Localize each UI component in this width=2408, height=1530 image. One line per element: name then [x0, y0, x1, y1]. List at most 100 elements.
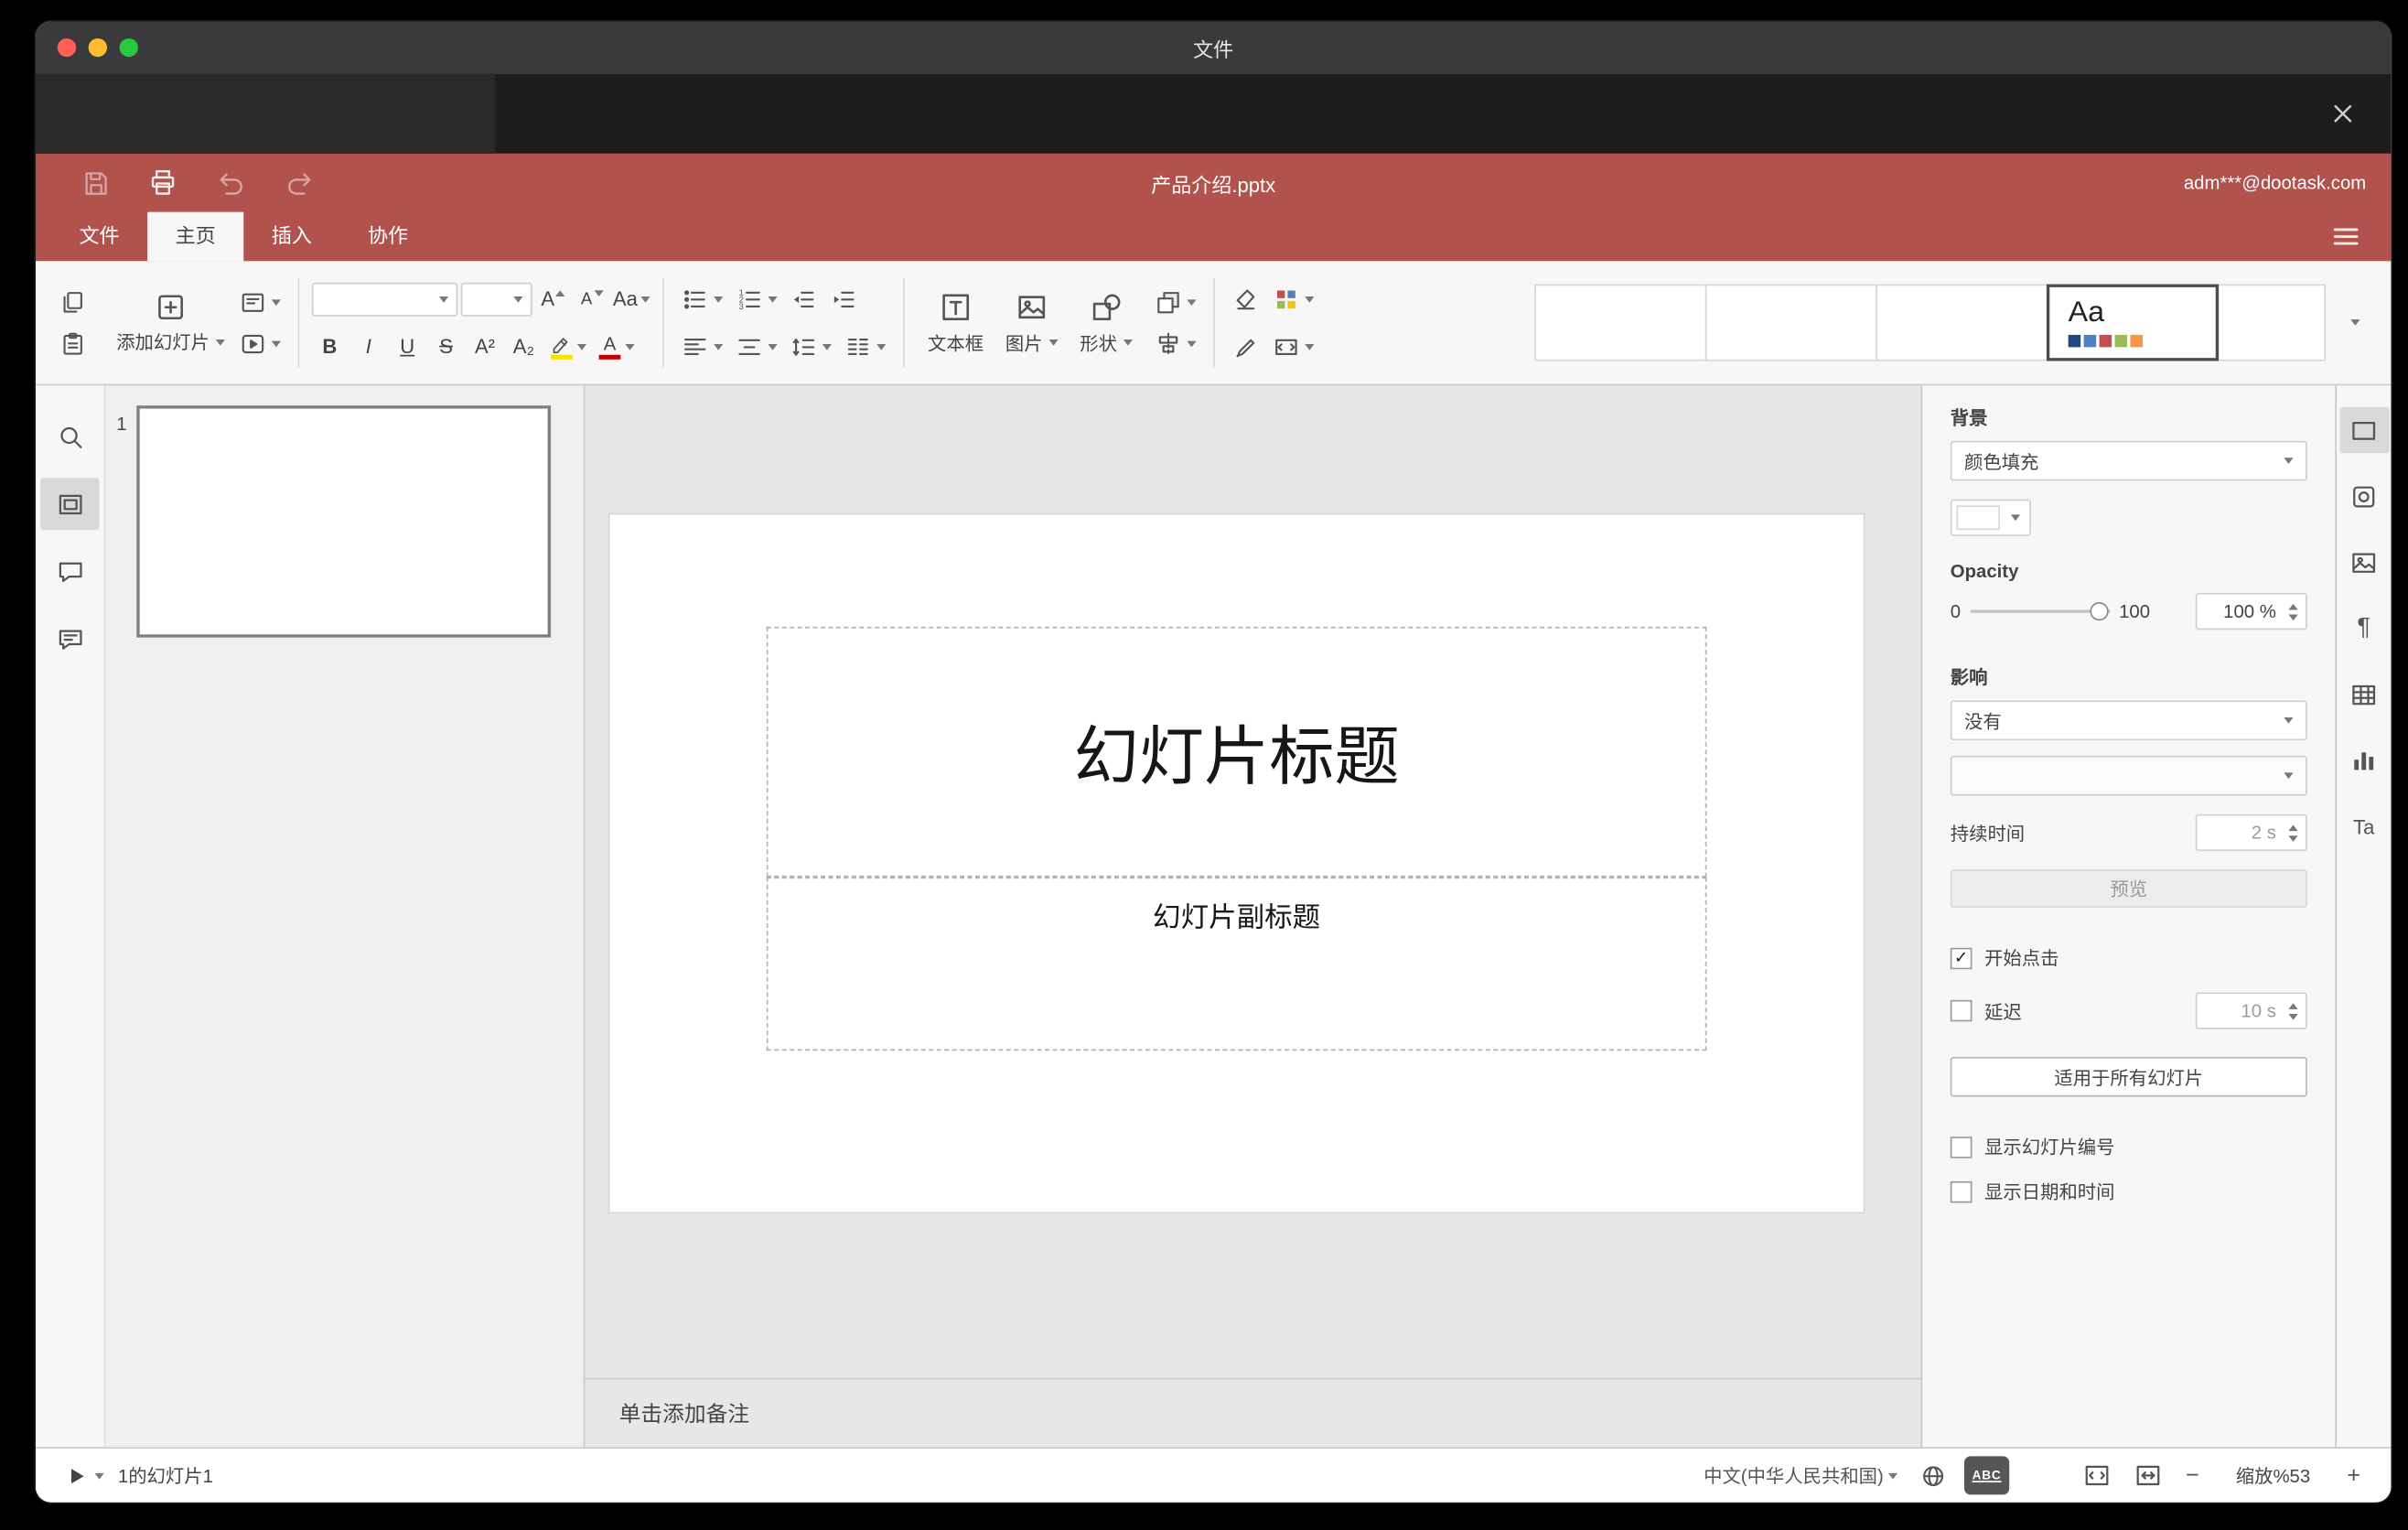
theme-option-5[interactable]: [2217, 284, 2327, 361]
background-fill-select[interactable]: 颜色填充: [1950, 440, 2307, 481]
theme-option-selected[interactable]: Aa: [2046, 284, 2220, 361]
add-slide-button[interactable]: 添加幻灯片: [107, 287, 234, 358]
theme-option-2[interactable]: [1704, 284, 1878, 361]
line-spacing-button[interactable]: [785, 329, 836, 363]
start-on-click-checkbox[interactable]: ✓: [1950, 946, 1973, 969]
bold-button[interactable]: B: [312, 328, 348, 364]
fullscreen-window-button[interactable]: [119, 38, 138, 58]
save-button[interactable]: [76, 165, 113, 201]
slide-canvas[interactable]: 幻灯片标题 幻灯片副标题: [585, 385, 1920, 1377]
change-case-button[interactable]: Aa: [613, 280, 650, 317]
apply-to-all-slides-button[interactable]: 适用于所有幻灯片: [1950, 1056, 2307, 1097]
underline-button[interactable]: U: [390, 328, 425, 364]
image-settings-tab[interactable]: [2339, 539, 2389, 585]
theme-option-1[interactable]: [1534, 284, 1707, 361]
start-slideshow-status-button[interactable]: [60, 1460, 109, 1492]
slide-thumbnail[interactable]: [136, 405, 552, 638]
fit-to-slide-button[interactable]: [2078, 1458, 2116, 1493]
superscript-button[interactable]: A²: [467, 328, 502, 364]
shape-settings-tab[interactable]: [2339, 473, 2389, 519]
undo-button[interactable]: [212, 165, 250, 201]
tab-file[interactable]: 文件: [51, 212, 147, 262]
slide[interactable]: 幻灯片标题 幻灯片副标题: [609, 514, 1864, 1212]
tab-insert[interactable]: 插入: [243, 212, 339, 262]
status-bar: 1的幻灯片1 中文(中华人民共和国) ABC − 缩放%53 +: [36, 1447, 2392, 1503]
insert-image-button[interactable]: 图片: [994, 278, 1069, 367]
preview-button[interactable]: 预览: [1950, 869, 2307, 909]
subscript-button[interactable]: A₂: [506, 328, 542, 364]
font-color-button[interactable]: A: [595, 331, 640, 362]
opacity-spinner[interactable]: 100 %: [2195, 592, 2307, 630]
increase-indent-button[interactable]: [825, 282, 863, 316]
chat-button[interactable]: [40, 613, 99, 665]
delay-checkbox[interactable]: [1950, 999, 1973, 1022]
chevron-down-icon: [576, 343, 587, 350]
close-window-button[interactable]: [57, 38, 77, 58]
columns-button[interactable]: [839, 329, 890, 363]
tab-collaboration[interactable]: 协作: [339, 212, 435, 262]
table-settings-tab[interactable]: [2339, 672, 2389, 717]
italic-button[interactable]: I: [350, 328, 386, 364]
minimize-window-button[interactable]: [88, 38, 108, 58]
slide-settings-tab[interactable]: [2338, 406, 2389, 454]
start-slideshow-button[interactable]: [234, 327, 285, 361]
vertical-align-button[interactable]: [731, 329, 782, 363]
title-placeholder[interactable]: 幻灯片标题: [766, 626, 1707, 878]
increase-font-size-button[interactable]: A: [535, 280, 571, 317]
zoom-in-button[interactable]: +: [2341, 1462, 2366, 1489]
font-name-combo[interactable]: [311, 282, 458, 316]
chart-settings-tab[interactable]: [2339, 738, 2389, 783]
font-size-combo[interactable]: [460, 282, 532, 316]
opacity-slider[interactable]: [1970, 602, 2110, 621]
effect-select[interactable]: 没有: [1950, 700, 2307, 741]
notes-input[interactable]: 单击添加备注: [585, 1377, 1921, 1448]
show-date-time-checkbox[interactable]: [1950, 1180, 1973, 1202]
spellcheck-toggle[interactable]: ABC: [1964, 1456, 2010, 1495]
color-scheme-button[interactable]: [1267, 282, 1318, 316]
align-shape-button[interactable]: [1150, 327, 1201, 361]
subtitle-placeholder[interactable]: 幻灯片副标题: [766, 877, 1707, 1051]
delay-spinner[interactable]: 10 s: [2195, 992, 2307, 1029]
copy-button[interactable]: [54, 285, 91, 318]
paste-button[interactable]: [54, 327, 91, 361]
redo-button[interactable]: [281, 165, 318, 201]
numbering-button[interactable]: 123: [731, 282, 782, 316]
spinner-arrows[interactable]: [2284, 602, 2306, 620]
zoom-out-button[interactable]: −: [2180, 1462, 2205, 1489]
show-slide-number-checkbox[interactable]: [1950, 1136, 1973, 1158]
slide-size-button[interactable]: [1267, 329, 1318, 363]
change-layout-button[interactable]: [234, 285, 285, 318]
document-language-button[interactable]: [1915, 1459, 1952, 1492]
spinner-arrows[interactable]: [2284, 1002, 2306, 1019]
comments-button[interactable]: [40, 545, 99, 598]
slides-panel-button[interactable]: [40, 478, 100, 531]
paste-icon: [63, 331, 82, 354]
menu-icon[interactable]: [2329, 221, 2363, 253]
theme-gallery-expand-button[interactable]: [2335, 285, 2375, 361]
arrange-shape-button[interactable]: [1150, 285, 1201, 318]
text-art-settings-tab[interactable]: Ta: [2339, 803, 2389, 849]
search-button[interactable]: [40, 410, 99, 462]
spinner-arrows[interactable]: [2284, 824, 2306, 842]
language-selector[interactable]: 中文(中华人民共和国): [1699, 1460, 1902, 1492]
highlight-color-button[interactable]: [544, 330, 591, 362]
decrease-indent-button[interactable]: [785, 282, 822, 316]
strikethrough-button[interactable]: S: [428, 328, 464, 364]
insert-textbox-button[interactable]: 文本框: [917, 278, 994, 367]
close-icon[interactable]: [2326, 97, 2360, 131]
slider-knob[interactable]: [2089, 602, 2109, 621]
background-color-picker[interactable]: [1950, 499, 2031, 536]
insert-shape-button[interactable]: 形状: [1069, 278, 1143, 367]
paragraph-settings-tab[interactable]: ¶: [2339, 605, 2389, 651]
horizontal-align-button[interactable]: [676, 329, 727, 363]
decrease-font-size-button[interactable]: A: [575, 280, 610, 317]
print-button[interactable]: [145, 165, 182, 201]
clear-style-button[interactable]: [1227, 282, 1264, 316]
tab-home[interactable]: 主页: [147, 211, 244, 262]
theme-option-3[interactable]: [1876, 284, 2048, 361]
bullets-button[interactable]: [676, 282, 727, 316]
effect-type-select[interactable]: [1950, 755, 2307, 796]
fit-to-width-button[interactable]: [2129, 1458, 2167, 1493]
duration-spinner[interactable]: 2 s: [2195, 813, 2307, 851]
copy-style-button[interactable]: [1227, 329, 1264, 363]
